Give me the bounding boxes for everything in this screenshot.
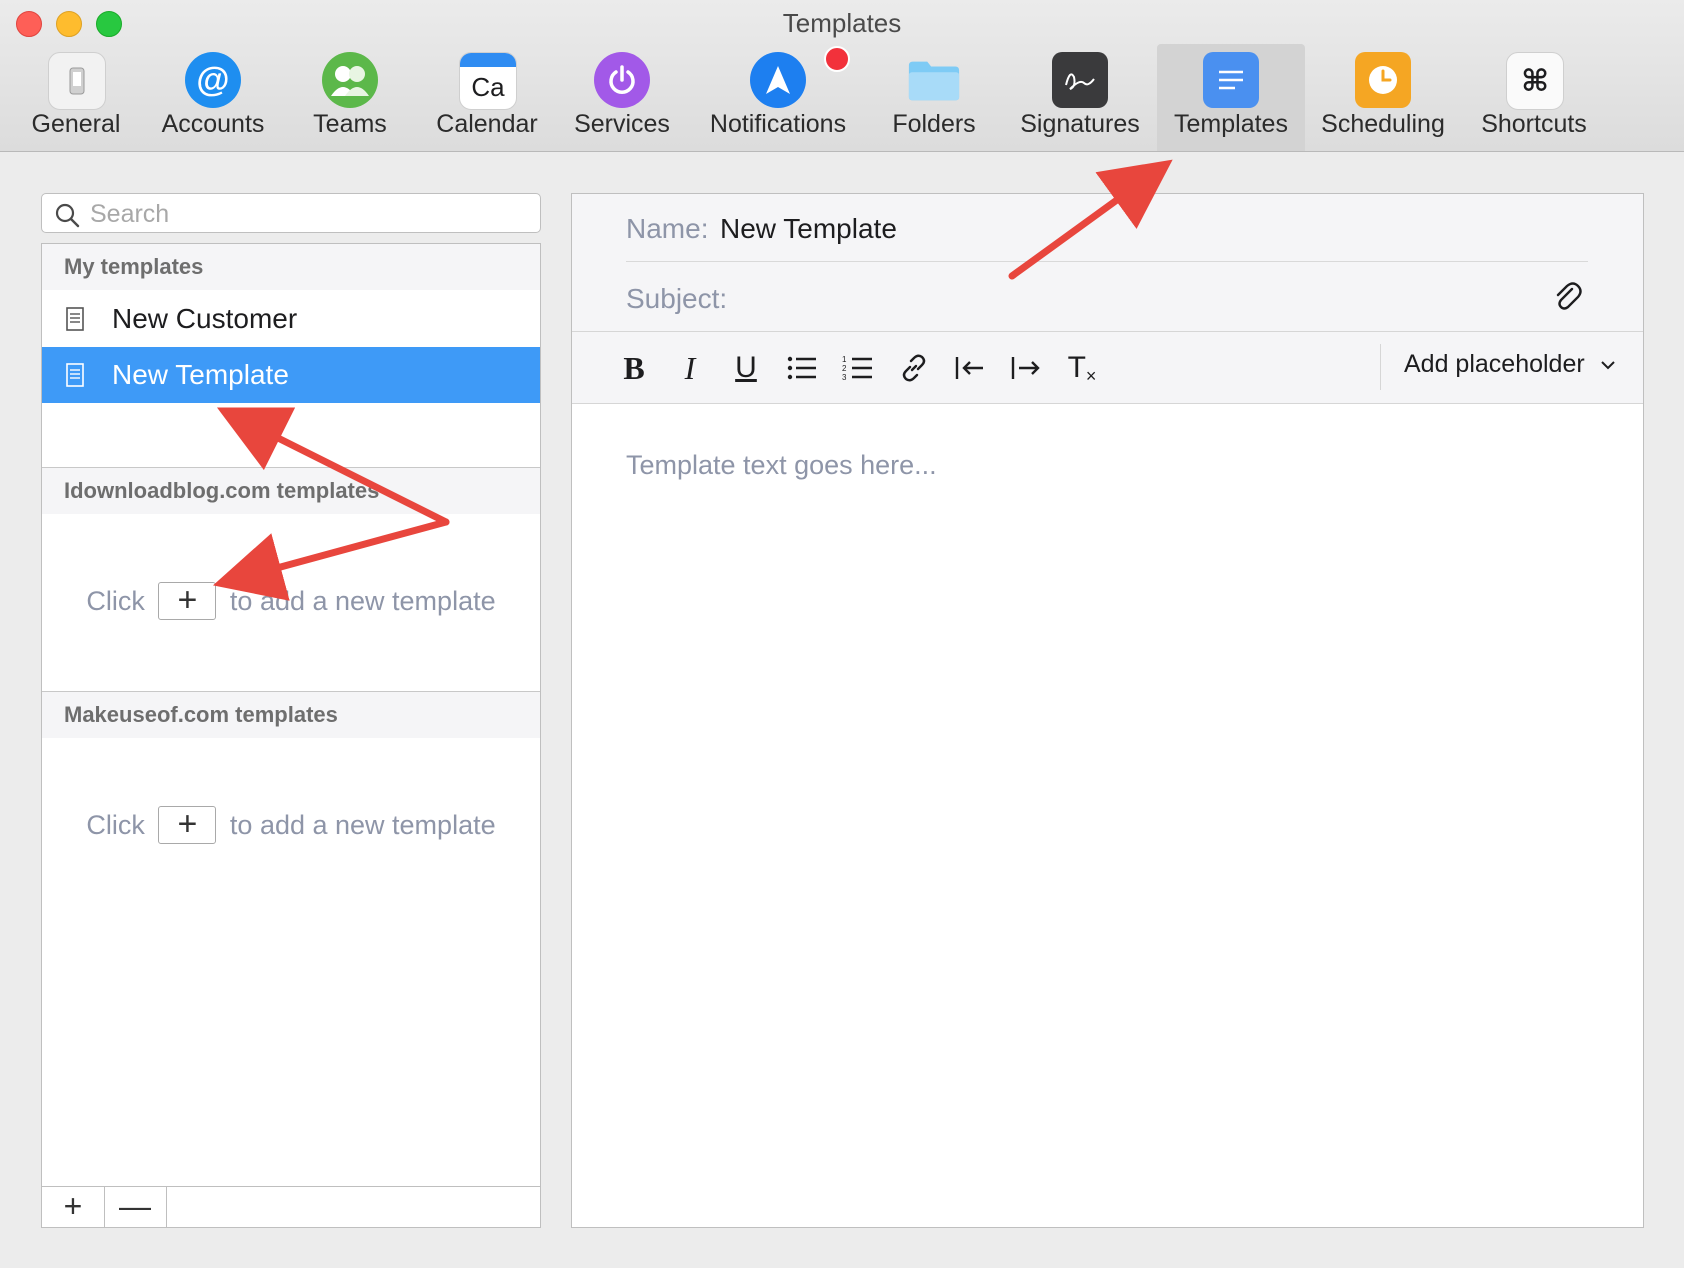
chevron-down-icon [1600,361,1615,370]
tab-accounts[interactable]: @ Accounts [148,44,278,151]
tab-notifications-label: Notifications [709,110,847,138]
power-icon [594,52,650,108]
svg-text:1: 1 [842,355,847,364]
group-header-my-templates: My templates [42,244,540,290]
template-item-new-customer[interactable]: New Customer [42,291,540,347]
subject-field[interactable] [744,283,1524,317]
document-icon [66,363,84,387]
search-field[interactable] [41,193,541,234]
template-editor: Name: New Template Subject: B I U 123 T … [571,193,1644,1228]
subject-label: Subject: [626,283,728,314]
tab-teams[interactable]: Teams [292,44,408,151]
tab-services[interactable]: Services [566,44,678,151]
underline-button[interactable]: U [726,348,766,388]
hint-add-text: to add a new template [229,810,496,841]
tab-general-label: General [31,110,121,138]
remove-button[interactable]: — [104,1187,167,1227]
calendar-icon: Ca [459,52,517,110]
numbered-list-icon: 123 [842,355,872,382]
tab-services-label: Services [574,110,670,138]
tab-folders[interactable]: Folders [878,44,990,151]
search-icon [55,203,80,228]
numbered-list-button[interactable]: 123 [838,348,878,388]
folder-icon [906,52,962,108]
tab-general[interactable]: General [14,44,138,151]
tab-accounts-label: Accounts [161,110,265,138]
group-header-idownloadblog: Idownloadblog.com templates [42,468,540,514]
format-toolbar: B I U 123 T × Add placeholder [572,332,1643,404]
italic-button[interactable]: I [670,348,710,388]
hint-click-text: Click [86,810,145,841]
tab-signatures-label: Signatures [1020,110,1140,138]
template-list: My templates New Customer New Template I… [41,243,541,1228]
svg-text:2: 2 [842,364,847,373]
search-input[interactable] [88,194,532,234]
plus-icon: + [177,581,198,619]
document-icon [66,307,84,331]
preferences-window: Templates General @ Accounts Teams Ca Ca… [0,0,1684,1268]
add-template-button[interactable]: + [158,581,217,620]
template-body-editor[interactable]: Template text goes here... [626,450,937,481]
tab-shortcuts-label: Shortcuts [1481,110,1587,138]
tab-templates-label: Templates [1174,110,1288,138]
tab-scheduling[interactable]: Scheduling [1318,44,1448,151]
template-item-label: New Template [112,359,289,390]
tab-calendar[interactable]: Ca Calendar [422,44,552,151]
command-icon-glyph: ⌘ [1521,64,1549,98]
teams-icon [322,52,378,108]
hint-add-text: to add a new template [229,586,496,617]
add-placeholder-label: Add placeholder [1404,350,1585,378]
name-divider [626,261,1588,262]
hint-click-text: Click [86,586,145,617]
name-label: Name: [626,213,709,244]
notification-badge [824,46,850,72]
bulleted-list-icon [787,356,816,380]
template-item-label: New Customer [112,303,298,334]
command-icon: ⌘ [1506,52,1564,110]
add-placeholder-dropdown[interactable]: Add placeholder [1404,350,1616,379]
indent-icon [1011,357,1040,379]
group-header-makeuseof: Makeuseof.com templates [42,692,540,738]
bulleted-list-button[interactable] [782,348,822,388]
list-footer: + — [42,1186,540,1227]
outdent-icon [955,357,983,379]
clear-format-glyph: T [1067,351,1086,384]
name-field[interactable]: New Template [720,213,897,245]
empty-group-hint: Click + to add a new template [42,581,540,622]
window-title: Templates [782,8,902,38]
tab-signatures[interactable]: Signatures [1008,44,1152,151]
at-icon: @ [185,52,241,108]
tab-shortcuts[interactable]: ⌘ Shortcuts [1466,44,1602,151]
paper-plane-icon [750,52,806,108]
clear-format-x-icon: × [1085,365,1097,386]
tab-calendar-label: Calendar [436,110,538,138]
tab-scheduling-label: Scheduling [1321,110,1445,138]
clear-format-button[interactable]: T × [1062,348,1102,388]
svg-text:3: 3 [842,373,847,382]
bold-button[interactable]: B [614,348,654,388]
empty-group-hint: Click + to add a new template [42,805,540,846]
general-icon [48,52,106,110]
tab-templates[interactable]: Templates [1157,44,1305,151]
clock-icon [1355,52,1411,108]
tab-notifications[interactable]: Notifications [694,44,862,151]
link-button[interactable] [894,348,934,388]
toolbar: Templates General @ Accounts Teams Ca Ca… [0,0,1684,152]
outdent-button[interactable] [950,348,990,388]
add-button[interactable]: + [42,1187,105,1227]
template-item-new-template[interactable]: New Template [42,347,540,403]
templates-icon [1203,52,1259,108]
tab-teams-label: Teams [313,110,387,138]
paperclip-icon[interactable] [1550,280,1584,314]
link-icon [902,354,926,382]
toolbar-divider [1380,344,1381,390]
indent-button[interactable] [1006,348,1046,388]
tab-folders-label: Folders [892,110,976,138]
editor-header: Name: New Template Subject: [572,194,1643,332]
signature-icon [1052,52,1108,108]
calendar-icon-text: Ca [471,71,505,102]
plus-icon: + [177,805,198,843]
add-template-button[interactable]: + [158,805,217,844]
